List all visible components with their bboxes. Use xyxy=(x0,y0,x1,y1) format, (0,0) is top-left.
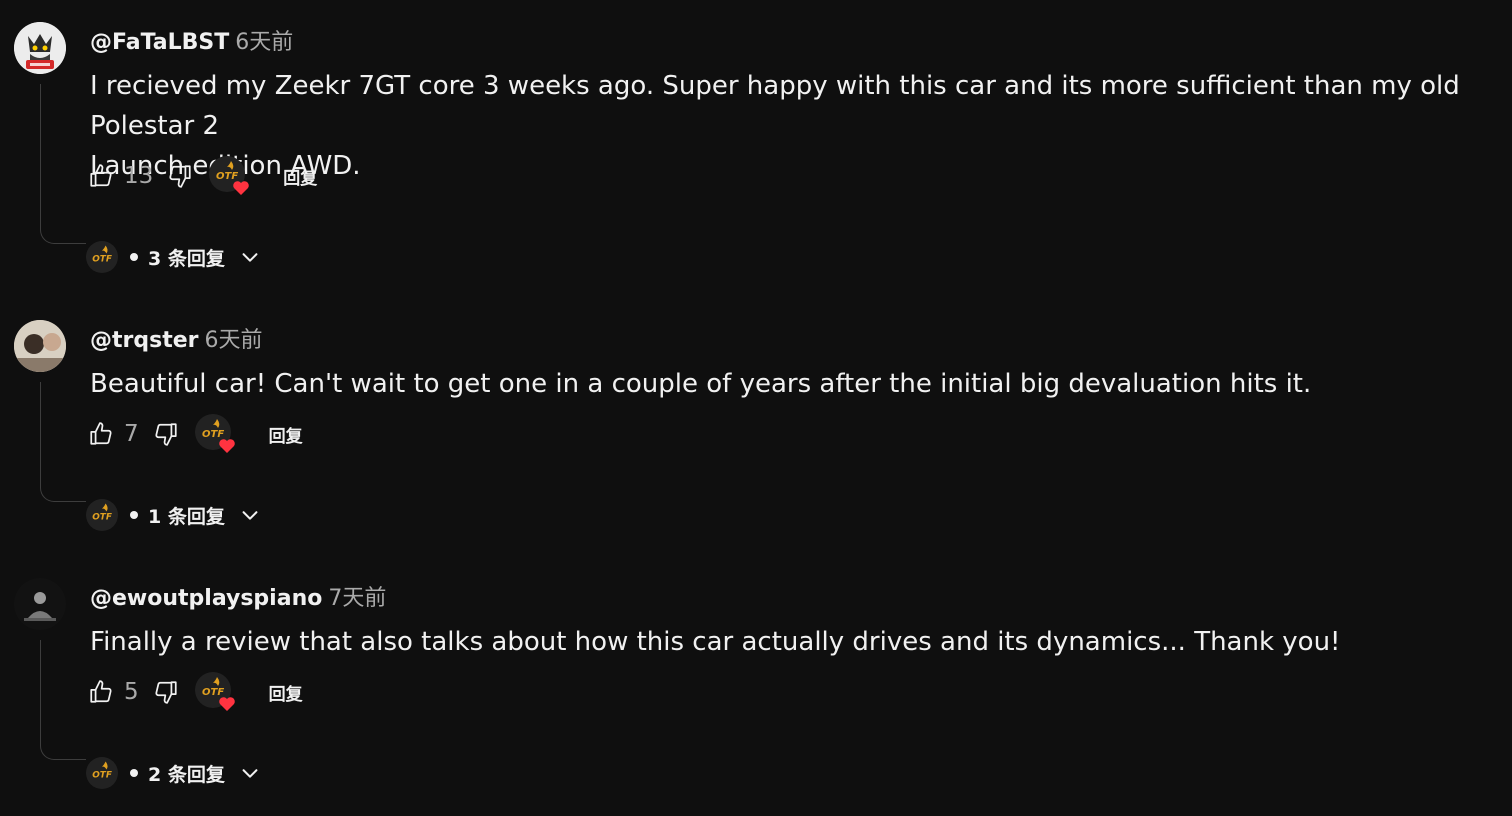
dislike-button[interactable] xyxy=(153,421,179,447)
comment-text: Finally a review that also talks about h… xyxy=(90,627,1341,657)
view-replies-button[interactable]: OTF 2 条回复 xyxy=(86,755,261,791)
comment-thread: @ewoutplayspiano 7天前 Finally a review tha… xyxy=(0,556,1512,814)
dislike-button[interactable] xyxy=(153,679,179,705)
svg-text:OTF: OTF xyxy=(92,512,112,522)
like-count: 13 xyxy=(124,163,154,189)
comment-time[interactable]: 6天前 xyxy=(205,328,263,353)
avatar-photo-icon xyxy=(14,320,66,372)
comment-author[interactable]: @ewoutplayspiano xyxy=(90,586,322,611)
reply-button[interactable]: 回复 xyxy=(269,680,303,705)
thread-line xyxy=(40,640,86,760)
like-count: 5 xyxy=(124,679,139,705)
view-replies-button[interactable]: OTF 3 条回复 xyxy=(86,239,261,275)
like-button[interactable] xyxy=(88,421,114,447)
comment-header: @trqster 6天前 xyxy=(90,322,263,354)
otf-logo-icon: OTF xyxy=(86,241,118,273)
comment-header: @FaTaLBST 6天前 xyxy=(90,24,293,56)
thumbs-down-icon xyxy=(155,681,177,704)
dislike-button[interactable] xyxy=(167,163,193,189)
replies-count: 2 条回复 xyxy=(148,763,225,786)
heart-icon xyxy=(218,439,235,453)
svg-text:OTF: OTF xyxy=(92,770,112,780)
comment-author[interactable]: @FaTaLBST xyxy=(90,30,229,55)
thumbs-down-icon xyxy=(155,423,177,446)
comment-text: Beautiful car! Can't wait to get one in … xyxy=(90,369,1312,399)
creator-heart-badge: OTF xyxy=(209,156,250,196)
separator-dot xyxy=(130,253,138,261)
comment-thread: @trqster 6天前 Beautiful car! Can't wait to… xyxy=(0,298,1512,556)
like-count: 7 xyxy=(124,421,139,447)
chevron-down-icon xyxy=(242,769,258,778)
thumbs-up-icon xyxy=(90,164,112,187)
comment-author[interactable]: @trqster xyxy=(90,328,199,353)
replies-count: 3 条回复 xyxy=(148,247,225,270)
reply-button[interactable]: 回复 xyxy=(269,422,303,447)
comment-header: @ewoutplayspiano 7天前 xyxy=(90,580,386,612)
replies-count: 1 条回复 xyxy=(148,505,225,528)
comment-actions: 5 OTF 回复 xyxy=(88,672,303,712)
separator-dot xyxy=(130,511,138,519)
thumbs-up-icon xyxy=(90,422,112,445)
view-replies-button[interactable]: OTF 1 条回复 xyxy=(86,497,261,533)
avatar-anime-icon xyxy=(14,22,66,74)
heart-icon xyxy=(218,697,235,711)
otf-logo-icon: OTF xyxy=(86,757,118,789)
chevron-down-icon xyxy=(242,511,258,520)
chevron-down-icon xyxy=(242,253,258,262)
avatar[interactable] xyxy=(14,320,66,372)
thumbs-up-icon xyxy=(90,680,112,703)
svg-text:OTF: OTF xyxy=(92,254,112,264)
thumbs-down-icon xyxy=(169,165,191,188)
creator-heart-badge: OTF xyxy=(194,672,235,712)
heart-icon xyxy=(233,181,250,195)
comment-time[interactable]: 6天前 xyxy=(235,30,293,55)
comment-actions: 13 OTF 回复 xyxy=(88,156,317,196)
comment-time[interactable]: 7天前 xyxy=(328,586,386,611)
creator-heart-badge: OTF xyxy=(194,414,235,454)
creator-avatar: OTF xyxy=(86,757,118,789)
avatar[interactable] xyxy=(14,578,66,630)
comment-thread: @FaTaLBST 6天前 I recieved my Zeekr 7GT cor… xyxy=(0,0,1512,273)
separator-dot xyxy=(130,769,138,777)
like-button[interactable] xyxy=(88,679,114,705)
otf-logo-icon: OTF xyxy=(86,499,118,531)
creator-avatar: OTF xyxy=(86,241,118,273)
avatar[interactable] xyxy=(14,22,66,74)
thread-line xyxy=(40,84,86,244)
thread-line xyxy=(40,382,86,502)
reply-button[interactable]: 回复 xyxy=(283,164,317,189)
like-button[interactable] xyxy=(88,163,114,189)
creator-avatar: OTF xyxy=(86,499,118,531)
comment-actions: 7 OTF 回复 xyxy=(88,414,303,454)
avatar-photo-dark-icon xyxy=(14,578,66,630)
